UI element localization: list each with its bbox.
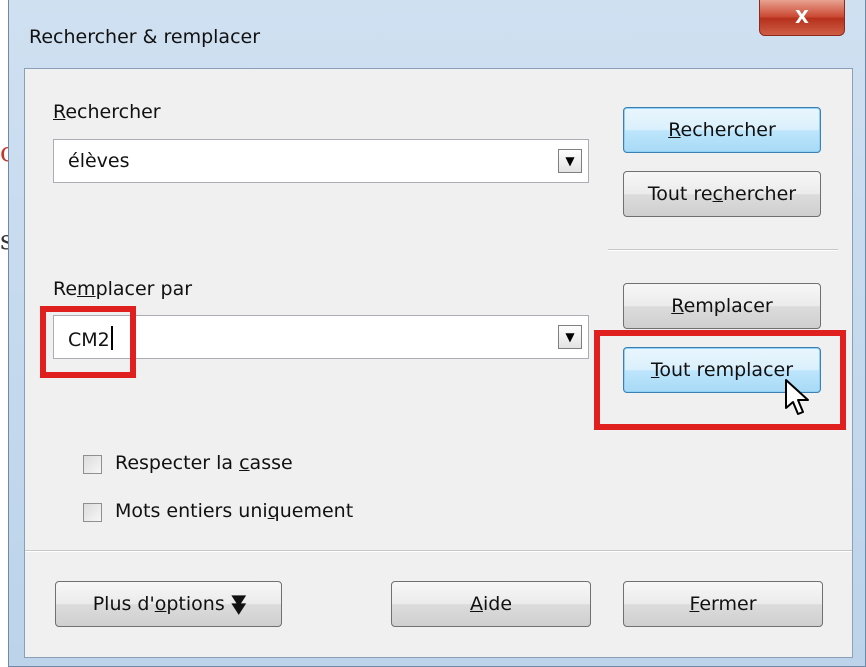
replace-value-highlight (40, 306, 136, 378)
replace-dropdown-button[interactable]: ▼ (558, 325, 582, 349)
double-chevron-down-icon: ▼ ▼ (230, 591, 246, 617)
chevron-down-icon: ▼ (565, 330, 575, 344)
search-label: Rechercher (53, 101, 161, 123)
more-options-button[interactable]: Plus d'options ▼ ▼ (55, 581, 282, 627)
more-options-label: Plus d'options (92, 593, 225, 615)
search-combobox[interactable]: élèves ▼ (53, 139, 589, 183)
whole-words-label: Mots entiers uniquement (115, 500, 354, 522)
footer-divider (25, 550, 852, 552)
close-button[interactable]: Fermer (623, 581, 823, 627)
help-button[interactable]: Aide (391, 581, 591, 627)
chevron-down-icon: ▼ (565, 154, 575, 168)
mouse-pointer-icon (785, 379, 809, 415)
divider (608, 249, 838, 251)
find-all-button-label: Tout rechercher (647, 183, 797, 205)
search-dropdown-button[interactable]: ▼ (558, 149, 582, 173)
find-button[interactable]: Rechercher (623, 107, 821, 153)
replace-button-label: Remplacer (671, 295, 773, 317)
close-icon: X (795, 7, 809, 28)
find-all-button[interactable]: Tout rechercher (623, 171, 821, 217)
close-window-button[interactable]: X (759, 0, 845, 36)
title-bar: Rechercher & remplacer X (9, 0, 865, 66)
match-case-label: Respecter la casse (115, 452, 293, 474)
close-button-label: Fermer (689, 593, 757, 615)
replace-label: Remplacer par (53, 278, 193, 300)
find-button-label: Rechercher (668, 119, 776, 141)
help-button-label: Aide (469, 593, 513, 615)
search-input[interactable]: élèves (68, 150, 130, 172)
replace-button[interactable]: Remplacer (623, 283, 821, 329)
whole-words-checkbox[interactable] (83, 503, 102, 522)
dialog-title: Rechercher & remplacer (29, 26, 261, 48)
match-case-checkbox[interactable] (83, 455, 102, 474)
